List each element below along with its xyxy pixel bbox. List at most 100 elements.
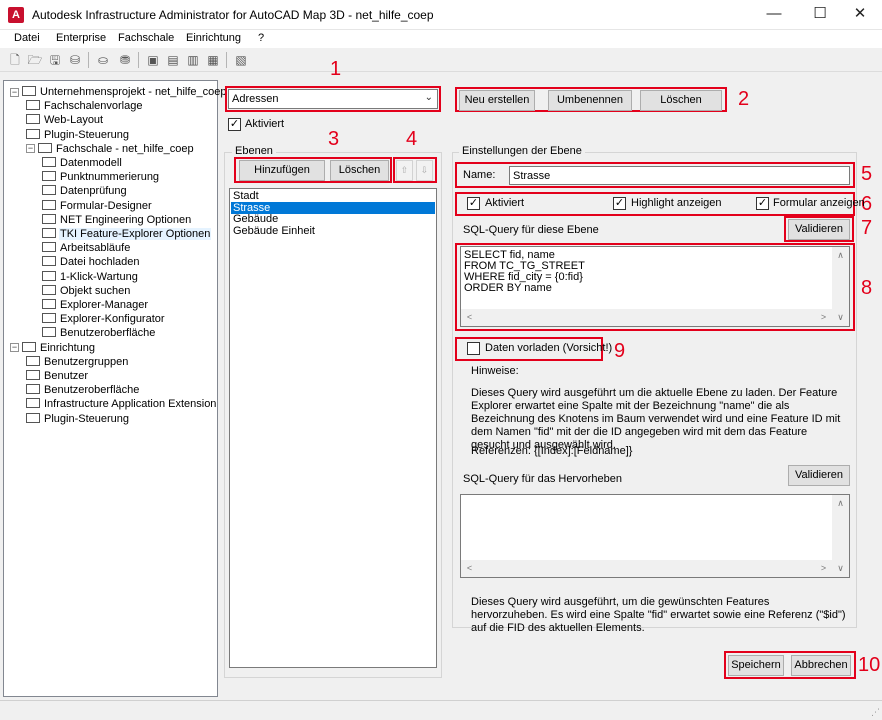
tree-item[interactable]: Benutzeroberfläche: [42, 326, 156, 340]
marker-1: 1: [330, 58, 342, 80]
tree-item[interactable]: NET Engineering Optionen: [42, 213, 192, 227]
module-icon[interactable]: ▣: [144, 51, 162, 69]
tree-item-label: Fachschale - net_hilfe_coep: [56, 142, 194, 155]
layer-name-input[interactable]: Strasse: [509, 166, 850, 185]
layer-sql-textarea[interactable]: SELECT fid, name FROM TC_TG_STREET WHERE f…: [460, 246, 850, 327]
layer-name-value: Strasse: [513, 170, 551, 182]
tree-item[interactable]: Datenmodell: [42, 156, 123, 170]
menu-enterprise[interactable]: Enterprise: [56, 32, 106, 44]
maximize-button[interactable]: ☐: [798, 0, 842, 30]
tree-item[interactable]: Arbeitsabläufe: [42, 241, 131, 255]
tree-item[interactable]: Explorer-Konfigurator: [42, 312, 166, 326]
collapse-icon[interactable]: −: [26, 144, 35, 154]
folder-icon: [26, 100, 40, 111]
explorer-select[interactable]: Adressen ⌄: [228, 89, 438, 109]
module-edit-icon[interactable]: ▦: [204, 51, 222, 69]
scroll-up-icon[interactable]: ∧: [832, 495, 849, 512]
tree-item[interactable]: Punktnummerierung: [42, 170, 160, 184]
folder-icon: [42, 228, 56, 239]
menu-fachschale[interactable]: Fachschale: [118, 32, 174, 44]
tree-item[interactable]: Benutzergruppen: [26, 355, 129, 369]
show-form-checkbox[interactable]: ✓: [756, 197, 769, 210]
tree-item[interactable]: Plugin-Steuerung: [26, 128, 130, 142]
new-icon[interactable]: 🗋: [6, 51, 24, 69]
layers-list[interactable]: Stadt Strasse Gebäude Gebäude Einheit: [229, 188, 437, 668]
close-button[interactable]: ✕: [838, 0, 882, 30]
list-item[interactable]: Gebäude: [231, 213, 435, 225]
cancel-button[interactable]: Abbrechen: [791, 655, 851, 676]
tree-item[interactable]: Formular-Designer: [42, 199, 153, 213]
marker-7: 7: [861, 217, 873, 239]
folder-icon: [42, 270, 56, 281]
scroll-up-icon[interactable]: ∧: [832, 247, 849, 264]
scroll-right-icon[interactable]: >: [815, 560, 832, 577]
tree-item[interactable]: − Unternehmensprojekt - net_hilfe_coep: [10, 85, 228, 99]
tree-item[interactable]: Fachschalenvorlage: [26, 99, 143, 113]
navigation-tree[interactable]: − Unternehmensprojekt - net_hilfe_coep Fac…: [3, 80, 227, 697]
menu-einrichtung[interactable]: Einrichtung: [186, 32, 241, 44]
marker-4: 4: [406, 128, 418, 150]
folder-icon: [26, 370, 40, 381]
scroll-left-icon[interactable]: <: [461, 309, 478, 326]
list-item[interactable]: Strasse: [231, 201, 435, 214]
tree-item-label: 1-Klick-Wartung: [60, 270, 138, 283]
collapse-icon[interactable]: −: [10, 343, 19, 353]
tree-item[interactable]: Plugin-Steuerung: [26, 412, 130, 426]
tree-item[interactable]: Benutzeroberfläche: [26, 383, 140, 397]
collapse-icon[interactable]: −: [10, 87, 19, 97]
folder-icon: [42, 327, 56, 338]
horizontal-scrollbar[interactable]: < >: [461, 309, 832, 326]
tree-item[interactable]: TKI Feature-Explorer Optionen: [42, 227, 212, 241]
preload-checkbox[interactable]: [467, 342, 480, 355]
horizontal-scrollbar[interactable]: < >: [461, 560, 832, 577]
save-icon[interactable]: 🖫: [46, 51, 64, 69]
module-add-icon[interactable]: ▤: [164, 51, 182, 69]
report-icon[interactable]: ▧: [232, 51, 250, 69]
highlight-sql-textarea[interactable]: ∧ ∨ < >: [460, 494, 850, 578]
scroll-left-icon[interactable]: <: [461, 560, 478, 577]
tree-item[interactable]: − Fachschale - net_hilfe_coep: [26, 142, 195, 156]
list-item[interactable]: Gebäude Einheit: [231, 225, 435, 237]
vertical-scrollbar[interactable]: ∧ ∨: [832, 247, 849, 326]
tree-item[interactable]: − Einrichtung: [10, 341, 96, 355]
minimize-button[interactable]: —: [752, 0, 796, 30]
explorer-active-checkbox[interactable]: ✓: [228, 118, 241, 131]
delete-layer-button[interactable]: Löschen: [330, 160, 389, 181]
scroll-right-icon[interactable]: >: [815, 309, 832, 326]
list-item[interactable]: Stadt: [231, 190, 435, 202]
validate-layer-sql-button[interactable]: Validieren: [788, 219, 850, 240]
vertical-scrollbar[interactable]: ∧ ∨: [832, 495, 849, 577]
highlight-checkbox[interactable]: ✓: [613, 197, 626, 210]
delete-explorer-button[interactable]: Löschen: [640, 90, 722, 111]
marker-5: 5: [861, 163, 873, 185]
db-remove-icon[interactable]: ⛃: [116, 51, 134, 69]
save-all-icon[interactable]: ⛁: [66, 51, 84, 69]
resize-grip-icon[interactable]: ⋰: [871, 707, 880, 718]
scroll-down-icon[interactable]: ∨: [832, 309, 849, 326]
tree-item[interactable]: Infrastructure Application Extension: [26, 397, 217, 411]
scroll-down-icon[interactable]: ∨: [832, 560, 849, 577]
layer-active-checkbox[interactable]: ✓: [467, 197, 480, 210]
tree-item[interactable]: 1-Klick-Wartung: [42, 270, 139, 284]
menu-datei[interactable]: Datei: [14, 32, 40, 44]
menu-help[interactable]: ?: [258, 32, 264, 44]
move-down-button[interactable]: ⇩: [416, 160, 433, 181]
open-icon[interactable]: 🗁: [26, 51, 44, 69]
tree-item[interactable]: Datei hochladen: [42, 255, 141, 269]
tree-item[interactable]: Datenprüfung: [42, 184, 128, 198]
move-up-button[interactable]: ⇧: [396, 160, 413, 181]
folder-icon: [26, 128, 40, 139]
db-add-icon[interactable]: ⛀: [94, 51, 112, 69]
tree-item-label: Benutzer: [44, 370, 89, 383]
tree-item[interactable]: Objekt suchen: [42, 284, 131, 298]
save-button[interactable]: Speichern: [728, 655, 784, 676]
add-layer-button[interactable]: Hinzufügen: [239, 160, 325, 181]
rename-explorer-button[interactable]: Umbenennen: [548, 90, 632, 111]
validate-highlight-sql-button[interactable]: Validieren: [788, 465, 850, 486]
tree-item[interactable]: Benutzer: [26, 369, 89, 383]
tree-item[interactable]: Explorer-Manager: [42, 298, 149, 312]
module-delete-icon[interactable]: ▥: [184, 51, 202, 69]
new-explorer-button[interactable]: Neu erstellen: [459, 90, 535, 111]
layers-group-title: Ebenen: [232, 145, 276, 157]
tree-item[interactable]: Web-Layout: [26, 113, 104, 127]
